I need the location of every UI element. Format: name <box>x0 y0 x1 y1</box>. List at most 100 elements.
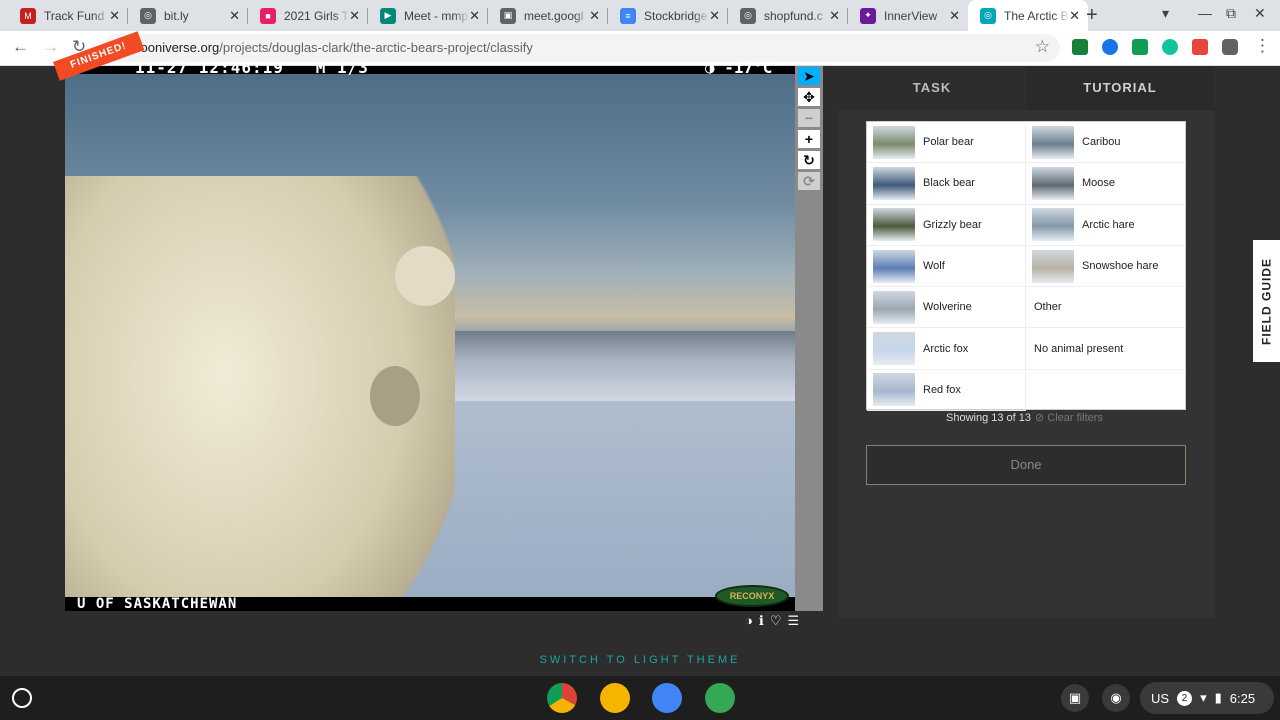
tab-4[interactable]: ▣ meet.googl ✕ <box>488 0 608 31</box>
bear-ear <box>395 246 455 306</box>
classroom-app-icon[interactable] <box>599 683 630 713</box>
done-button[interactable]: Done <box>866 445 1186 485</box>
tab-favicon-icon: ✦ <box>860 7 876 24</box>
choice-grizzly-bear[interactable]: Grizzly bear <box>867 204 1026 246</box>
choice-label: Caribou <box>1082 136 1121 149</box>
tab-close-icon[interactable]: ✕ <box>1069 8 1080 24</box>
choice-other[interactable]: Other <box>1026 287 1185 329</box>
choice-black-bear[interactable]: Black bear <box>867 163 1026 205</box>
species-choice-grid: Polar bear Caribou Black bear Moose Grizzly … <box>866 121 1186 412</box>
bookmark-star-icon[interactable]: ☆ <box>1035 37 1050 57</box>
screencast-extension-icon[interactable] <box>1102 39 1118 55</box>
tab-favicon-icon: M <box>20 7 36 24</box>
tab-3[interactable]: ▶ Meet - mmp ✕ <box>368 0 488 31</box>
grammarly-extension-icon[interactable] <box>1162 39 1178 55</box>
tab-close-icon[interactable]: ✕ <box>829 8 840 24</box>
launcher-icon[interactable] <box>12 688 32 708</box>
rotate-tool-icon[interactable]: ↻ <box>798 151 820 169</box>
choice-wolf[interactable]: Wolf <box>867 245 1026 288</box>
extensions-puzzle-icon[interactable] <box>1222 39 1238 55</box>
accessibility-icon[interactable]: ◉ <box>1102 684 1130 712</box>
tab-title: bit.ly <box>164 8 189 23</box>
tab-5[interactable]: ≡ Stockbridge ✕ <box>608 0 728 31</box>
switch-theme-button[interactable]: SWITCH TO LIGHT THEME <box>0 654 1280 666</box>
choice-thumbnail <box>1032 166 1074 200</box>
tab-title: 2021 Girls T <box>284 8 350 23</box>
classroom-extension-icon[interactable] <box>1072 39 1088 55</box>
choice-red-fox[interactable]: Red fox <box>867 369 1026 412</box>
play-store-app-icon[interactable] <box>704 683 735 713</box>
back-button[interactable]: ← <box>12 37 29 57</box>
camera-temperature: ◑ -17°C <box>705 58 773 77</box>
tab-close-icon[interactable]: ✕ <box>469 8 480 24</box>
zoom-out-tool-icon[interactable]: − <box>798 109 820 127</box>
choice-thumbnail <box>873 208 915 242</box>
tab-title: shopfund.c <box>764 8 823 23</box>
choice-arctic-fox[interactable]: Arctic fox <box>867 328 1026 370</box>
subject-image[interactable] <box>65 66 795 611</box>
choice-thumbnail <box>873 290 915 324</box>
status-tray[interactable]: US 2 ▾ ▮ 6:25 <box>1140 682 1274 714</box>
choice-arctic-hare[interactable]: Arctic hare <box>1026 205 1185 246</box>
browser-menu-icon[interactable]: ⋮ <box>1254 36 1271 56</box>
choice-label: Snowshoe hare <box>1082 260 1159 273</box>
tab-close-icon[interactable]: ✕ <box>589 8 600 24</box>
collections-list-icon[interactable]: ☰ <box>787 613 799 629</box>
tab-1[interactable]: ◎ bit.ly ✕ <box>128 0 248 31</box>
field-guide-button[interactable]: FIELD GUIDE <box>1253 240 1280 362</box>
docs-app-icon[interactable] <box>652 683 682 713</box>
choice-no-animal-present[interactable]: No animal present <box>1026 328 1185 370</box>
classify-page: 11-27 12:46:19 M 1/3 ◑ -17°C FINISHED! U… <box>0 31 1280 676</box>
choice-label: Grizzly bear <box>923 218 982 231</box>
tab-close-icon[interactable]: ✕ <box>229 8 240 24</box>
tab-8[interactable]: ◎ The Arctic B ✕ <box>968 0 1088 31</box>
choice-snowshoe-hare[interactable]: Snowshoe hare <box>1026 246 1185 288</box>
choice-label: Red fox <box>923 383 961 396</box>
new-tab-button[interactable]: + <box>1086 4 1098 27</box>
favorite-heart-icon[interactable]: ♡ <box>770 613 782 629</box>
os-shelf: ▣ ◉ US 2 ▾ ▮ 6:25 <box>0 676 1280 720</box>
choice-polar-bear[interactable]: Polar bear <box>867 122 1026 164</box>
choice-label: No animal present <box>1034 342 1124 355</box>
restore-icon[interactable]: ⧉ <box>1226 5 1236 22</box>
choice-thumbnail <box>873 332 915 366</box>
choice-wolverine[interactable]: Wolverine <box>867 287 1026 329</box>
choice-label: Arctic fox <box>923 342 969 355</box>
tab-2[interactable]: ■ 2021 Girls T ✕ <box>248 0 368 31</box>
forward-button[interactable]: → <box>42 37 59 57</box>
tab-close-icon[interactable]: ✕ <box>349 8 360 24</box>
filter-status: Showing 13 of 13 ⊘ Clear filters <box>946 411 1103 424</box>
tab-search-icon[interactable]: ▾ <box>1162 5 1169 22</box>
camera-credit-bar: U OF SASKATCHEWAN RECONYX <box>65 585 795 612</box>
reset-tool-icon[interactable]: ⟳ <box>798 172 820 190</box>
choice-moose[interactable]: Moose <box>1026 163 1185 205</box>
minimize-icon[interactable]: — <box>1198 5 1212 21</box>
tab-close-icon[interactable]: ✕ <box>709 8 720 24</box>
choice-caribou[interactable]: Caribou <box>1026 122 1185 164</box>
url-host: zooniverse.org <box>134 40 220 55</box>
image-toolbar: ➤ ✥ − + ↻ ⟳ <box>795 66 823 611</box>
invert-icon[interactable]: ◑ <box>745 613 753 629</box>
clipboard-icon[interactable]: ▣ <box>1061 684 1089 712</box>
pan-tool-icon[interactable]: ✥ <box>798 88 820 106</box>
tab-task[interactable]: TASK <box>838 66 1026 110</box>
close-window-icon[interactable]: ✕ <box>1254 5 1266 22</box>
tab-favicon-icon: ▣ <box>500 7 516 24</box>
choice-thumbnail <box>1032 208 1074 242</box>
tab-title: The Arctic B <box>1004 8 1069 23</box>
tab-close-icon[interactable]: ✕ <box>949 8 960 24</box>
tab-7[interactable]: ✦ InnerView ✕ <box>848 0 968 31</box>
metadata-info-icon[interactable]: ℹ <box>759 613 764 629</box>
camera-credit: U OF SASKATCHEWAN <box>77 596 238 612</box>
pointer-tool-icon[interactable]: ➤ <box>798 67 820 85</box>
clear-filters-button[interactable]: ⊘ Clear filters <box>1035 412 1103 424</box>
tab-0[interactable]: M Track Fund ✕ <box>8 0 128 31</box>
tab-close-icon[interactable]: ✕ <box>109 8 120 24</box>
zoom-in-tool-icon[interactable]: + <box>798 130 820 148</box>
choice-thumbnail <box>873 249 915 283</box>
tab-tutorial[interactable]: TUTORIAL <box>1026 66 1214 110</box>
chrome-app-icon[interactable] <box>547 683 577 713</box>
announce-extension-icon[interactable] <box>1192 39 1208 55</box>
cast-extension-icon[interactable] <box>1132 39 1148 55</box>
tab-6[interactable]: ◎ shopfund.c ✕ <box>728 0 848 31</box>
